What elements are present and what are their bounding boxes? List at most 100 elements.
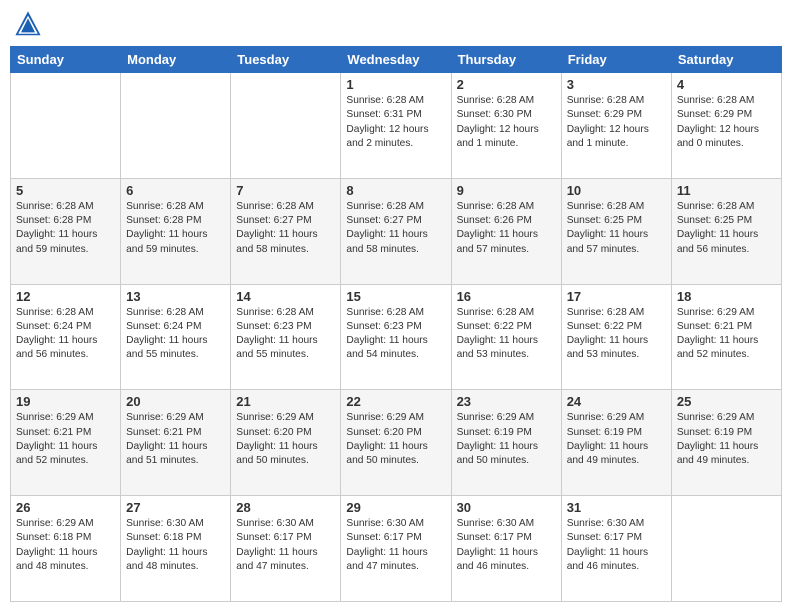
cell-info: Sunrise: 6:30 AM Sunset: 6:17 PM Dayligh… — [346, 517, 445, 574]
cell-info: Sunrise: 6:28 AM Sunset: 6:22 PM Dayligh… — [567, 306, 666, 363]
day-number: 22 — [346, 394, 445, 409]
calendar-cell: 15 Sunrise: 6:28 AM Sunset: 6:23 PM Dayli… — [341, 284, 451, 390]
day-number: 19 — [16, 394, 115, 409]
day-number: 18 — [677, 289, 776, 304]
calendar-cell: 30Sunrise: 6:30 AM Sunset: 6:17 PM Dayli… — [451, 496, 561, 602]
calendar-cell: 14 Sunrise: 6:28 AM Sunset: 6:23 PM Dayli… — [231, 284, 341, 390]
calendar-table: SundayMondayTuesdayWednesdayThursdayFrid… — [10, 46, 782, 602]
calendar-cell: 19 Sunrise: 6:29 AM Sunset: 6:21 PM Dayli… — [11, 390, 121, 496]
calendar-cell: 28 Sunrise: 6:30 AM Sunset: 6:17 PM Dayli… — [231, 496, 341, 602]
cell-info: Sunrise: 6:29 AM Sunset: 6:19 PM Dayligh… — [457, 411, 556, 468]
day-number: 14 — [236, 289, 335, 304]
cell-info: Sunrise: 6:28 AM Sunset: 6:28 PM Dayligh… — [126, 200, 225, 257]
cell-info: Sunrise: 6:28 AM Sunset: 6:27 PM Dayligh… — [346, 200, 445, 257]
calendar-cell: 17 Sunrise: 6:28 AM Sunset: 6:22 PM Dayli… — [561, 284, 671, 390]
cell-info: Sunrise: 6:30 AM Sunset: 6:17 PM Dayligh… — [567, 517, 666, 574]
day-number: 27 — [126, 500, 225, 515]
day-number: 10 — [567, 183, 666, 198]
day-number: 31 — [567, 500, 666, 515]
calendar-cell — [231, 73, 341, 179]
day-number: 29 — [346, 500, 445, 515]
cell-info: Sunrise: 6:28 AM Sunset: 6:25 PM Dayligh… — [677, 200, 776, 257]
logo — [14, 10, 46, 38]
cell-info: Sunrise: 6:28 AM Sunset: 6:29 PM Dayligh… — [677, 94, 776, 151]
weekday-saturday: Saturday — [671, 47, 781, 73]
day-number: 12 — [16, 289, 115, 304]
day-number: 16 — [457, 289, 556, 304]
day-number: 23 — [457, 394, 556, 409]
cell-info: Sunrise: 6:29 AM Sunset: 6:19 PM Dayligh… — [567, 411, 666, 468]
cell-info: Sunrise: 6:30 AM Sunset: 6:17 PM Dayligh… — [236, 517, 335, 574]
day-number: 7 — [236, 183, 335, 198]
day-number: 15 — [346, 289, 445, 304]
cell-info: Sunrise: 6:28 AM Sunset: 6:24 PM Dayligh… — [126, 306, 225, 363]
weekday-thursday: Thursday — [451, 47, 561, 73]
day-number: 4 — [677, 77, 776, 92]
day-number: 6 — [126, 183, 225, 198]
day-number: 3 — [567, 77, 666, 92]
calendar-cell: 5 Sunrise: 6:28 AM Sunset: 6:28 PM Daylig… — [11, 178, 121, 284]
page: SundayMondayTuesdayWednesdayThursdayFrid… — [0, 0, 792, 612]
calendar-cell: 6 Sunrise: 6:28 AM Sunset: 6:28 PM Daylig… — [121, 178, 231, 284]
week-row-2: 5 Sunrise: 6:28 AM Sunset: 6:28 PM Daylig… — [11, 178, 782, 284]
logo-icon — [14, 10, 42, 38]
cell-info: Sunrise: 6:29 AM Sunset: 6:21 PM Dayligh… — [126, 411, 225, 468]
cell-info: Sunrise: 6:30 AM Sunset: 6:18 PM Dayligh… — [126, 517, 225, 574]
calendar-cell: 8 Sunrise: 6:28 AM Sunset: 6:27 PM Daylig… — [341, 178, 451, 284]
weekday-wednesday: Wednesday — [341, 47, 451, 73]
day-number: 25 — [677, 394, 776, 409]
day-number: 1 — [346, 77, 445, 92]
calendar-cell: 27 Sunrise: 6:30 AM Sunset: 6:18 PM Dayli… — [121, 496, 231, 602]
weekday-friday: Friday — [561, 47, 671, 73]
week-row-1: 1Sunrise: 6:28 AM Sunset: 6:31 PM Daylig… — [11, 73, 782, 179]
header — [10, 10, 782, 38]
cell-info: Sunrise: 6:28 AM Sunset: 6:23 PM Dayligh… — [236, 306, 335, 363]
calendar-cell: 18 Sunrise: 6:29 AM Sunset: 6:21 PM Dayli… — [671, 284, 781, 390]
day-number: 2 — [457, 77, 556, 92]
calendar-cell: 20Sunrise: 6:29 AM Sunset: 6:21 PM Dayli… — [121, 390, 231, 496]
calendar-cell: 13Sunrise: 6:28 AM Sunset: 6:24 PM Dayli… — [121, 284, 231, 390]
calendar-cell: 7 Sunrise: 6:28 AM Sunset: 6:27 PM Daylig… — [231, 178, 341, 284]
calendar-cell: 1Sunrise: 6:28 AM Sunset: 6:31 PM Daylig… — [341, 73, 451, 179]
day-number: 11 — [677, 183, 776, 198]
calendar-cell: 16Sunrise: 6:28 AM Sunset: 6:22 PM Dayli… — [451, 284, 561, 390]
cell-info: Sunrise: 6:29 AM Sunset: 6:20 PM Dayligh… — [236, 411, 335, 468]
weekday-tuesday: Tuesday — [231, 47, 341, 73]
calendar-cell — [121, 73, 231, 179]
cell-info: Sunrise: 6:29 AM Sunset: 6:21 PM Dayligh… — [677, 306, 776, 363]
cell-info: Sunrise: 6:29 AM Sunset: 6:20 PM Dayligh… — [346, 411, 445, 468]
weekday-monday: Monday — [121, 47, 231, 73]
calendar-cell: 11 Sunrise: 6:28 AM Sunset: 6:25 PM Dayli… — [671, 178, 781, 284]
calendar-cell: 3Sunrise: 6:28 AM Sunset: 6:29 PM Daylig… — [561, 73, 671, 179]
cell-info: Sunrise: 6:28 AM Sunset: 6:25 PM Dayligh… — [567, 200, 666, 257]
day-number: 28 — [236, 500, 335, 515]
cell-info: Sunrise: 6:28 AM Sunset: 6:30 PM Dayligh… — [457, 94, 556, 151]
cell-info: Sunrise: 6:28 AM Sunset: 6:28 PM Dayligh… — [16, 200, 115, 257]
cell-info: Sunrise: 6:29 AM Sunset: 6:21 PM Dayligh… — [16, 411, 115, 468]
calendar-cell: 12Sunrise: 6:28 AM Sunset: 6:24 PM Dayli… — [11, 284, 121, 390]
day-number: 17 — [567, 289, 666, 304]
calendar-cell: 2 Sunrise: 6:28 AM Sunset: 6:30 PM Daylig… — [451, 73, 561, 179]
calendar-cell: 10 Sunrise: 6:28 AM Sunset: 6:25 PM Dayli… — [561, 178, 671, 284]
calendar-cell: 29 Sunrise: 6:30 AM Sunset: 6:17 PM Dayli… — [341, 496, 451, 602]
day-number: 9 — [457, 183, 556, 198]
cell-info: Sunrise: 6:28 AM Sunset: 6:26 PM Dayligh… — [457, 200, 556, 257]
calendar-cell: 21Sunrise: 6:29 AM Sunset: 6:20 PM Dayli… — [231, 390, 341, 496]
calendar-cell: 25 Sunrise: 6:29 AM Sunset: 6:19 PM Dayli… — [671, 390, 781, 496]
day-number: 26 — [16, 500, 115, 515]
calendar-cell: 4 Sunrise: 6:28 AM Sunset: 6:29 PM Daylig… — [671, 73, 781, 179]
calendar-cell: 9 Sunrise: 6:28 AM Sunset: 6:26 PM Daylig… — [451, 178, 561, 284]
cell-info: Sunrise: 6:29 AM Sunset: 6:18 PM Dayligh… — [16, 517, 115, 574]
cell-info: Sunrise: 6:30 AM Sunset: 6:17 PM Dayligh… — [457, 517, 556, 574]
calendar-cell: 24Sunrise: 6:29 AM Sunset: 6:19 PM Dayli… — [561, 390, 671, 496]
calendar-cell: 31 Sunrise: 6:30 AM Sunset: 6:17 PM Dayli… — [561, 496, 671, 602]
cell-info: Sunrise: 6:28 AM Sunset: 6:23 PM Dayligh… — [346, 306, 445, 363]
calendar-cell: 23 Sunrise: 6:29 AM Sunset: 6:19 PM Dayli… — [451, 390, 561, 496]
cell-info: Sunrise: 6:29 AM Sunset: 6:19 PM Dayligh… — [677, 411, 776, 468]
day-number: 8 — [346, 183, 445, 198]
cell-info: Sunrise: 6:28 AM Sunset: 6:27 PM Dayligh… — [236, 200, 335, 257]
calendar-cell — [11, 73, 121, 179]
weekday-sunday: Sunday — [11, 47, 121, 73]
weekday-header-row: SundayMondayTuesdayWednesdayThursdayFrid… — [11, 47, 782, 73]
day-number: 5 — [16, 183, 115, 198]
